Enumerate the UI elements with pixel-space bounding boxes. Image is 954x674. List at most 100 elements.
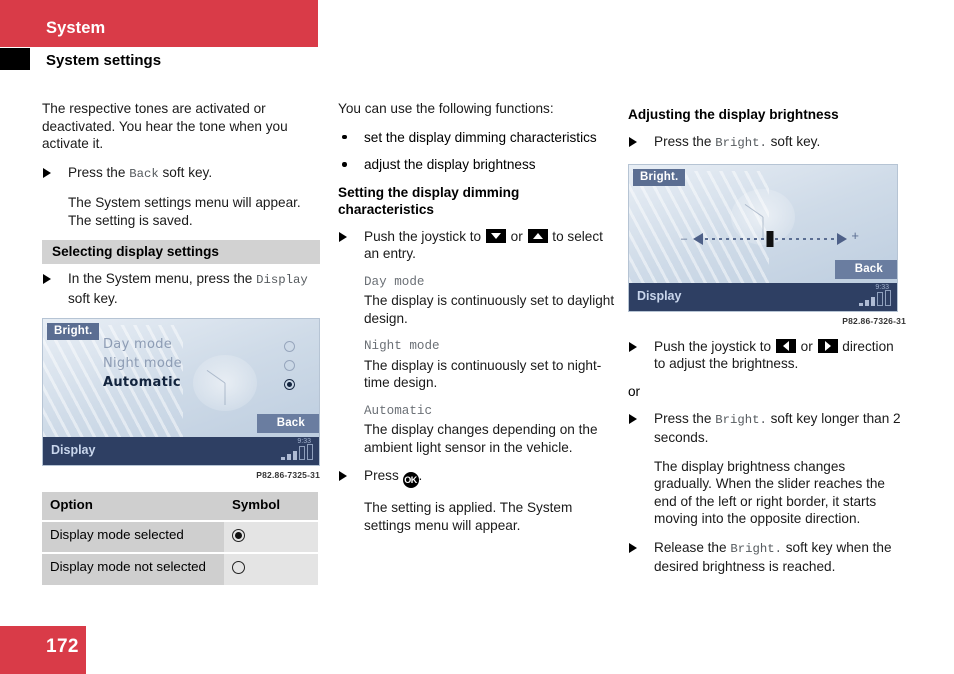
filled-radio-icon [284, 379, 295, 390]
mode-block-automatic: Automatic The display changes depending … [364, 403, 616, 457]
device-menu-item-label: Automatic [103, 375, 181, 390]
device-softkey-bright[interactable]: Bright. [633, 168, 686, 186]
triangle-bullet-icon [43, 274, 51, 284]
list-item: set the display dimming characteristics [338, 129, 616, 147]
step-long-press-bright: Press the Bright. soft key longer than 2… [628, 410, 906, 447]
or-separator: or [628, 383, 641, 399]
softkey-bright-label: Bright. [730, 541, 782, 556]
step-text-suffix: . [418, 468, 423, 483]
signal-bars-icon [281, 444, 313, 460]
right-column: Adjusting the display brightness Press t… [628, 100, 906, 587]
table-header-row: Option Symbol [42, 492, 318, 522]
triangle-bullet-icon [43, 167, 51, 178]
step-text-part2: or [796, 338, 817, 354]
list-item-label: adjust the display brightness [364, 157, 536, 172]
filled-radio-icon [232, 528, 245, 542]
step-text-prefix: Press the [654, 134, 716, 149]
softkey-back-label: Back [129, 166, 159, 181]
header-black-marker [0, 48, 30, 70]
step-press-bright: Press the Bright. soft key. [628, 133, 906, 153]
table-row: Display mode not selected [42, 553, 318, 587]
table-cell-symbol [224, 520, 318, 554]
long-press-result-text: The display brightness changes gradually… [654, 458, 885, 527]
triangle-bullet-icon [629, 341, 637, 352]
left-arrow-icon [693, 232, 703, 245]
mode-description-day: The display is continuously set to dayli… [364, 293, 615, 326]
brightness-slider[interactable]: – + [681, 227, 859, 247]
table-header-option: Option [42, 492, 224, 522]
intro-paragraph: The respective tones are activated or de… [42, 101, 288, 151]
step-press-ok: Press OK. [338, 467, 616, 488]
empty-radio-icon [284, 360, 295, 371]
section-bar-selecting-display-settings: Selecting display settings [42, 240, 320, 264]
mode-description-night: The display is continuously set to night… [364, 357, 602, 391]
step-press-display: In the System menu, press the Display so… [42, 270, 320, 307]
figure-caption-right: P82.86-7326-31 [842, 315, 906, 326]
triangle-bullet-icon [339, 471, 347, 481]
slider-thumb[interactable] [766, 230, 774, 247]
step-text-prefix: Press [364, 468, 403, 483]
device-menu-item-day-mode[interactable]: Day mode [103, 337, 303, 356]
device-menu-item-night-mode[interactable]: Night mode [103, 356, 303, 375]
back-result-text: The System settings menu will appear. Th… [68, 195, 301, 228]
step-text-part2: or [506, 228, 527, 244]
device-menu-item-automatic[interactable]: Automatic [103, 375, 303, 394]
mode-block-day: Day mode The display is continuously set… [364, 274, 616, 328]
step-text-part1: Push the joystick to [364, 228, 485, 244]
plus-icon: + [851, 227, 859, 243]
page-title: System settings [46, 52, 162, 69]
triangle-bullet-icon [629, 542, 637, 553]
step-text-prefix: In the System menu, press the [68, 271, 257, 286]
step-text-suffix: soft key. [68, 290, 118, 306]
table-cell-option: Display mode not selected [42, 553, 224, 587]
subhead-adjusting-brightness: Adjusting the display brightness [628, 107, 839, 122]
down-arrow-key-icon [485, 228, 506, 243]
device-status-bar: Display 9:33 [43, 437, 319, 465]
device-softkey-back[interactable]: Back [834, 259, 897, 279]
section-title: System [46, 19, 106, 37]
mode-name-day: Day mode [364, 274, 425, 289]
mode-name-automatic: Automatic [364, 403, 433, 418]
middle-column: You can use the following functions: set… [338, 100, 616, 545]
step-text-suffix: soft key. [766, 134, 821, 149]
minus-icon: – [681, 232, 688, 245]
table-cell-option: Display mode selected [42, 520, 224, 554]
device-menu-item-label: Night mode [103, 356, 182, 371]
step-release-bright: Release the Bright. soft key when the de… [628, 539, 906, 576]
table-row: Display mode selected [42, 520, 318, 554]
triangle-bullet-icon [629, 137, 637, 147]
step-text-prefix: Press the [654, 410, 716, 426]
table-cell-symbol [224, 553, 318, 587]
step-text-part1: Push the joystick to [654, 338, 775, 354]
up-arrow-key-icon [527, 228, 548, 243]
step-text-prefix: Press the [68, 164, 130, 180]
device-menu-item-label: Day mode [103, 337, 173, 352]
softkey-display-label: Display [256, 273, 308, 287]
device-softkey-back[interactable]: Back [256, 414, 319, 433]
functions-intro: You can use the following functions: [338, 101, 554, 116]
empty-radio-icon [232, 561, 245, 574]
softkey-bright-label: Bright. [715, 136, 767, 150]
table-header-symbol: Symbol [224, 492, 318, 522]
softkey-bright-label: Bright. [715, 412, 767, 427]
bullet-dot-icon [342, 134, 347, 139]
step-text-suffix: soft key. [158, 164, 213, 180]
empty-radio-icon [284, 341, 295, 352]
signal-bars-icon [859, 289, 891, 306]
page-number: 172 [46, 636, 79, 657]
ok-button-icon: OK [402, 472, 419, 488]
mode-block-night: Night mode The display is continuously s… [364, 338, 616, 392]
ok-result-text: The setting is applied. The System setti… [364, 500, 573, 533]
device-softkey-bright[interactable]: Bright. [47, 323, 100, 340]
left-column: The respective tones are activated or de… [42, 100, 320, 587]
device-screenshot-display-modes: Bright. Day mode Night mode Automatic Ba… [42, 318, 320, 466]
bullet-dot-icon [342, 162, 347, 167]
step-press-back: Press the Back soft key. [42, 164, 320, 184]
device-status-label: Display [637, 288, 682, 303]
figure-caption-left: P82.86-7325-31 [256, 470, 320, 480]
device-status-bar: Display 9:33 [629, 282, 897, 311]
subhead-setting-dimming: Setting the display dimming characterist… [338, 184, 520, 217]
list-item-label: set the display dimming characteristics [364, 129, 597, 145]
left-arrow-key-icon [775, 338, 796, 353]
right-arrow-icon [837, 232, 847, 245]
